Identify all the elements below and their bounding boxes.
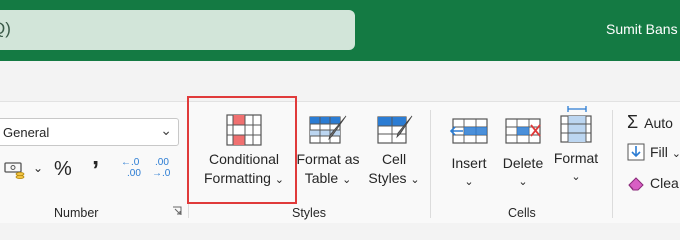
format-as-table-label-2: Table ⌄	[304, 170, 352, 186]
clear-label: Clea	[650, 175, 679, 191]
chevron-down-icon: ⌄	[671, 148, 680, 160]
format-as-table-button[interactable]: Format as Table ⌄	[292, 114, 364, 190]
percent-style-button[interactable]: %	[54, 158, 72, 181]
number-format-dropdown[interactable]: General ⌄	[0, 118, 179, 146]
conditional-formatting-highlight-box	[187, 96, 297, 204]
number-format-value: General	[3, 125, 50, 140]
decrease-decimal-bottom: →.0	[152, 168, 171, 179]
format-as-table-icon	[309, 115, 347, 144]
format-label: Format	[553, 150, 599, 166]
number-group-label: Number	[54, 206, 99, 220]
increase-decimal-bottom: .00	[127, 168, 141, 179]
autosum-button[interactable]: Σ Auto	[627, 112, 673, 133]
accounting-dropdown-chevron-icon[interactable]: ⌄	[33, 161, 43, 175]
chevron-down-icon: ⌄	[571, 171, 581, 183]
decrease-decimal-top: .00	[155, 157, 169, 168]
fill-down-icon	[627, 143, 645, 161]
insert-label: Insert	[451, 155, 487, 171]
title-bar: Q) Sumit Bans	[0, 0, 680, 61]
cell-styles-label-2: Styles ⌄	[368, 170, 420, 186]
ribbon-home: General ⌄ ⌄ % ’ ←.0 .00 .00 →.0 Number C…	[0, 101, 680, 223]
increase-decimal-button[interactable]: ←.0 .00	[121, 157, 141, 179]
chevron-down-icon: ⌄	[342, 174, 352, 186]
delete-cells-icon	[505, 118, 541, 144]
delete-button[interactable]: Delete ⌄	[496, 114, 550, 192]
cell-styles-icon	[377, 115, 413, 144]
format-button[interactable]: Format ⌄	[550, 106, 602, 187]
cell-styles-button[interactable]: Cell Styles ⌄	[366, 114, 422, 190]
autosum-label: Auto	[644, 115, 673, 131]
delete-label: Delete	[502, 155, 544, 171]
chevron-down-icon: ⌄	[518, 176, 528, 188]
ribbon-tab-strip	[0, 61, 680, 101]
search-icon: Q)	[0, 19, 11, 38]
format-as-table-label-1: Format as	[296, 151, 360, 167]
accounting-icon	[4, 162, 25, 179]
styles-group-label: Styles	[292, 206, 327, 220]
format-cells-icon	[560, 106, 592, 143]
sigma-icon: Σ	[627, 112, 639, 132]
search-box[interactable]: Q)	[0, 10, 355, 50]
accounting-format-button[interactable]	[3, 160, 27, 185]
cell-styles-label-1: Cell	[381, 151, 407, 167]
fill-button[interactable]: Fill ⌄	[627, 143, 680, 161]
chevron-down-icon: ⌄	[160, 122, 172, 138]
dialog-launcher-icon[interactable]	[172, 206, 182, 216]
group-separator	[612, 110, 613, 218]
decrease-decimal-button[interactable]: .00 →.0	[152, 157, 170, 179]
chevron-down-icon: ⌄	[410, 174, 420, 186]
eraser-icon	[628, 177, 644, 191]
increase-decimal-top: ←.0	[121, 157, 140, 168]
group-separator	[430, 110, 431, 218]
fill-label: Fill	[650, 144, 668, 160]
insert-cells-icon	[449, 118, 488, 144]
comma-style-button[interactable]: ’	[92, 155, 99, 186]
cells-group-label: Cells	[508, 206, 536, 220]
insert-button[interactable]: Insert ⌄	[440, 114, 498, 192]
user-name[interactable]: Sumit Bans	[606, 21, 678, 37]
clear-button[interactable]: Clea	[627, 174, 679, 192]
chevron-down-icon: ⌄	[464, 176, 474, 188]
